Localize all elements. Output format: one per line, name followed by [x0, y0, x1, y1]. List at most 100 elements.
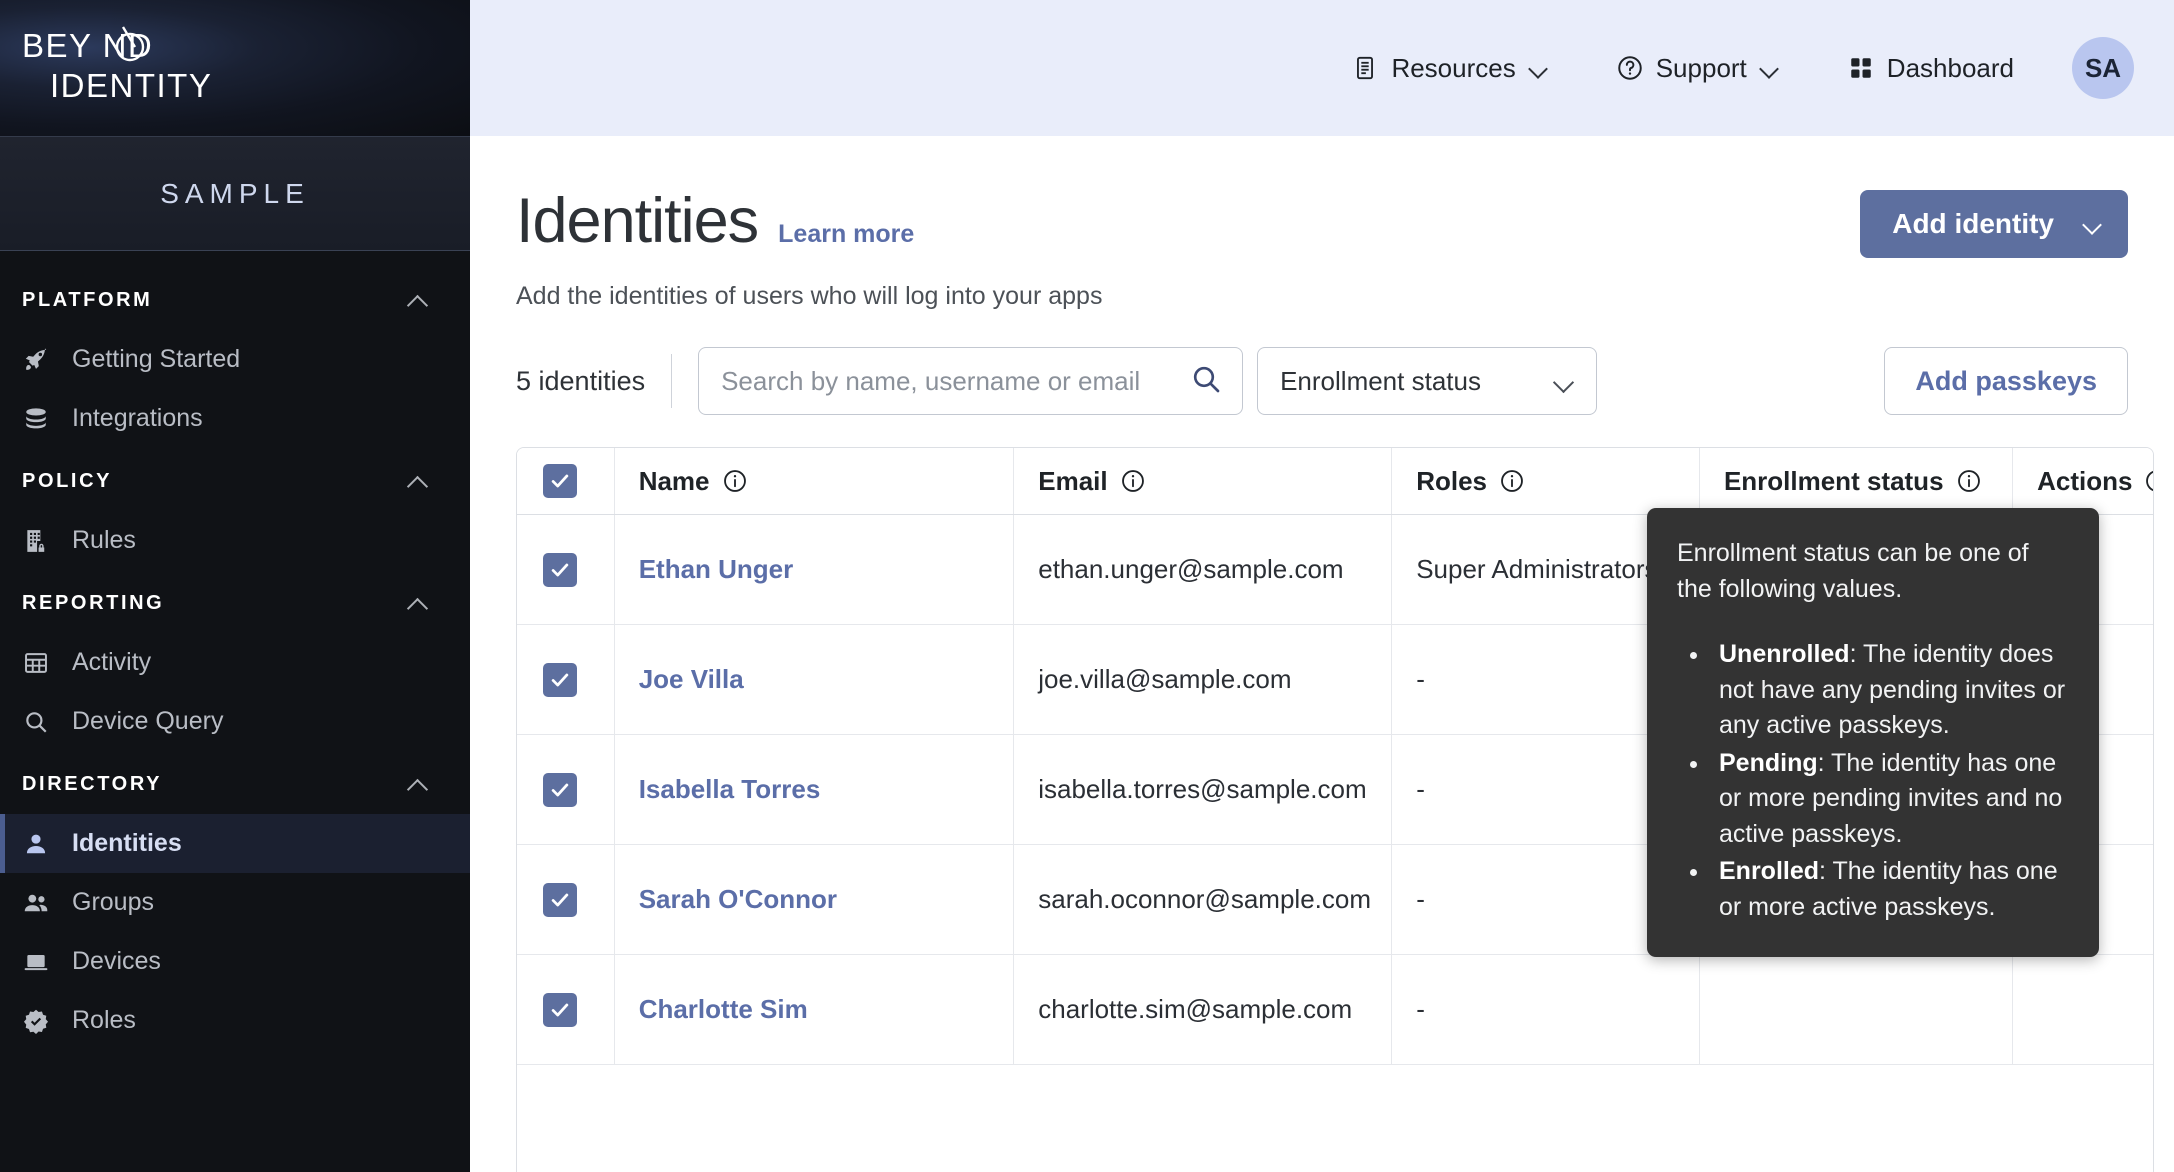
table-header-row: Name Email Roles Enrollment status Actio…	[517, 448, 2153, 515]
sidebar-item-label: Device Query	[72, 707, 224, 735]
sidebar-item-label: Roles	[72, 1006, 136, 1034]
row-email-cell: charlotte.sim@sample.com	[1013, 954, 1392, 1065]
info-icon[interactable]	[1956, 468, 1982, 494]
top-navigation-bar: Resources Support Dashboard SA	[470, 0, 2174, 136]
column-label: Roles	[1416, 465, 1487, 496]
tenant-name: SAMPLE	[160, 177, 310, 209]
column-header-name[interactable]: Name	[613, 448, 1014, 515]
sidebar-item-roles[interactable]: Roles	[0, 991, 470, 1050]
chevron-up-icon[interactable]	[408, 779, 428, 791]
column-header-actions[interactable]: Actions	[2012, 448, 2153, 515]
sidebar-item-devices[interactable]: Devices	[0, 932, 470, 991]
row-checkbox[interactable]	[543, 992, 577, 1027]
topbar-item-label: Support	[1655, 52, 1747, 83]
topbar-item-label: Dashboard	[1886, 52, 2014, 83]
tooltip-term: Unenrolled	[1719, 640, 1850, 668]
chevron-up-icon[interactable]	[408, 598, 428, 610]
sidebar-section-policy[interactable]: POLICY	[0, 448, 470, 511]
row-name-cell: Ethan Unger	[613, 514, 1014, 625]
row-checkbox-cell	[517, 844, 615, 955]
sidebar-item-groups[interactable]: Groups	[0, 873, 470, 932]
table-row[interactable]: Charlotte Sim charlotte.sim@sample.com -	[517, 954, 2153, 1065]
chevron-down-icon	[1554, 375, 1574, 388]
row-checkbox-cell	[517, 624, 615, 735]
row-checkbox[interactable]	[543, 552, 577, 587]
badge-check-icon	[22, 1007, 50, 1035]
brand-logo[interactable]: BEY ND IDENTITY	[0, 0, 470, 136]
sidebar-section-directory[interactable]: DIRECTORY	[0, 751, 470, 814]
column-header-roles[interactable]: Roles	[1391, 448, 1700, 515]
sidebar-item-label: Devices	[72, 947, 161, 975]
topbar-resources[interactable]: Resources	[1317, 53, 1581, 84]
people-icon	[22, 889, 50, 917]
column-label: Enrollment status	[1723, 465, 1944, 496]
search-input[interactable]	[721, 365, 1191, 397]
row-status-cell	[1698, 954, 2013, 1065]
tooltip-bullet-enrolled: Enrolled: The identity has one or more a…	[1711, 854, 2069, 925]
row-checkbox-cell	[517, 954, 615, 1065]
sidebar-item-label: Activity	[72, 648, 152, 676]
grid-squares-icon	[1847, 54, 1875, 82]
column-header-email[interactable]: Email	[1013, 448, 1392, 515]
identity-name-link[interactable]: Isabella Torres	[639, 774, 821, 804]
column-header-enrollment-status[interactable]: Enrollment status	[1698, 448, 2013, 515]
table-header: Name Email Roles Enrollment status Actio…	[517, 448, 2153, 515]
sidebar-section-label: REPORTING	[22, 592, 165, 614]
sidebar-item-label: Getting Started	[72, 345, 241, 373]
tooltip-term: Enrolled	[1719, 857, 1820, 885]
page-subtitle: Add the identities of users who will log…	[516, 282, 1103, 310]
row-actions-cell[interactable]	[2012, 954, 2153, 1065]
topbar-support[interactable]: Support	[1582, 53, 1813, 84]
sidebar-item-getting-started[interactable]: Getting Started	[0, 330, 470, 389]
info-icon[interactable]	[1120, 468, 1146, 494]
tooltip-bullet-pending: Pending: The identity has one or more pe…	[1711, 746, 2069, 853]
beyond-identity-logo-icon: BEY ND IDENTITY	[22, 26, 211, 104]
row-email-cell: joe.villa@sample.com	[1013, 624, 1392, 735]
add-identity-button[interactable]: Add identity	[1860, 190, 2128, 258]
tenant-selector[interactable]: SAMPLE	[0, 136, 470, 251]
add-identity-label: Add identity	[1892, 208, 2054, 239]
filter-label: Enrollment status	[1280, 365, 1481, 396]
select-all-header	[517, 448, 615, 515]
row-name-cell: Joe Villa	[613, 624, 1014, 735]
sidebar-section-platform[interactable]: PLATFORM	[0, 267, 470, 330]
chevron-down-icon	[2084, 218, 2102, 230]
row-email-cell: ethan.unger@sample.com	[1013, 514, 1392, 625]
building-lock-icon	[22, 527, 50, 555]
sidebar-item-identities[interactable]: Identities	[0, 814, 470, 873]
info-icon[interactable]	[1499, 468, 1525, 494]
info-icon[interactable]	[2144, 468, 2153, 494]
row-email-cell: isabella.torres@sample.com	[1013, 734, 1392, 845]
identity-name-link[interactable]: Ethan Unger	[639, 554, 794, 584]
chevron-up-icon[interactable]	[408, 295, 428, 307]
chevron-down-icon[interactable]	[1761, 62, 1779, 74]
row-checkbox[interactable]	[543, 882, 577, 917]
identity-name-link[interactable]: Joe Villa	[639, 664, 744, 694]
row-checkbox[interactable]	[543, 662, 577, 697]
select-all-checkbox[interactable]	[543, 464, 577, 498]
learn-more-link[interactable]: Learn more	[778, 220, 914, 249]
app-root: BEY ND IDENTITY SAMPLE PLATFORM Getting …	[0, 0, 2174, 1172]
sidebar-item-rules[interactable]: Rules	[0, 511, 470, 570]
row-checkbox[interactable]	[543, 772, 577, 807]
enrollment-status-filter[interactable]: Enrollment status	[1257, 347, 1598, 415]
chevron-down-icon[interactable]	[1530, 62, 1548, 74]
sidebar-item-device-query[interactable]: Device Query	[0, 692, 470, 751]
chevron-up-icon[interactable]	[408, 476, 428, 488]
identity-name-link[interactable]: Sarah O'Connor	[639, 884, 837, 914]
identity-name-link[interactable]: Charlotte Sim	[639, 994, 808, 1024]
tooltip-bullet-unenrolled: Unenrolled: The identity does not have a…	[1711, 637, 2069, 744]
sidebar-item-integrations[interactable]: Integrations	[0, 389, 470, 448]
identity-count: 5 identities	[516, 365, 646, 396]
info-icon[interactable]	[722, 468, 748, 494]
sidebar-section-reporting[interactable]: REPORTING	[0, 570, 470, 633]
sidebar-item-activity[interactable]: Activity	[0, 633, 470, 692]
sidebar-section-label: POLICY	[22, 470, 113, 492]
search-icon[interactable]	[1190, 363, 1222, 400]
add-passkeys-button[interactable]: Add passkeys	[1884, 347, 2128, 415]
topbar-dashboard[interactable]: Dashboard	[1813, 53, 2048, 84]
avatar-initials: SA	[2084, 52, 2122, 83]
avatar[interactable]: SA	[2072, 37, 2134, 99]
enrollment-status-tooltip: Enrollment status can be one of the foll…	[1647, 508, 2099, 957]
search-box[interactable]	[698, 347, 1244, 415]
